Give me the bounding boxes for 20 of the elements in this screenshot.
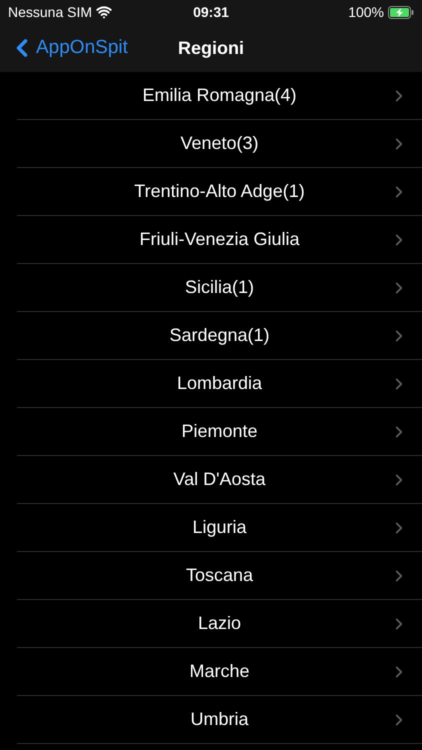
region-row[interactable]: Veneto(3) [17,120,422,168]
region-row[interactable]: Toscana [17,552,422,600]
carrier-name: Nessuna SIM [8,2,92,22]
region-row[interactable]: Lazio [17,600,422,648]
region-row[interactable]: Lombardia [17,360,422,408]
region-row[interactable]: Emilia Romagna(4) [17,72,422,120]
region-row[interactable]: Sicilia(1) [17,264,422,312]
region-row[interactable]: Sardegna(1) [17,312,422,360]
region-row[interactable]: Piemonte [17,408,422,456]
region-row[interactable]: Umbria [17,696,422,744]
region-row[interactable]: Friuli-Venezia Giulia [17,216,422,264]
back-button[interactable]: AppOnSpit [0,34,128,62]
clock-time: 09:31 [193,2,229,22]
screen-title: Regioni [178,36,244,60]
region-row[interactable]: Trentino-Alto Adge(1) [17,168,422,216]
battery-percentage: 100% [348,2,384,22]
region-row[interactable]: Liguria [17,504,422,552]
region-row[interactable]: Marche [17,648,422,696]
region-row[interactable]: Val D'Aosta [17,456,422,504]
wifi-icon [96,4,112,20]
